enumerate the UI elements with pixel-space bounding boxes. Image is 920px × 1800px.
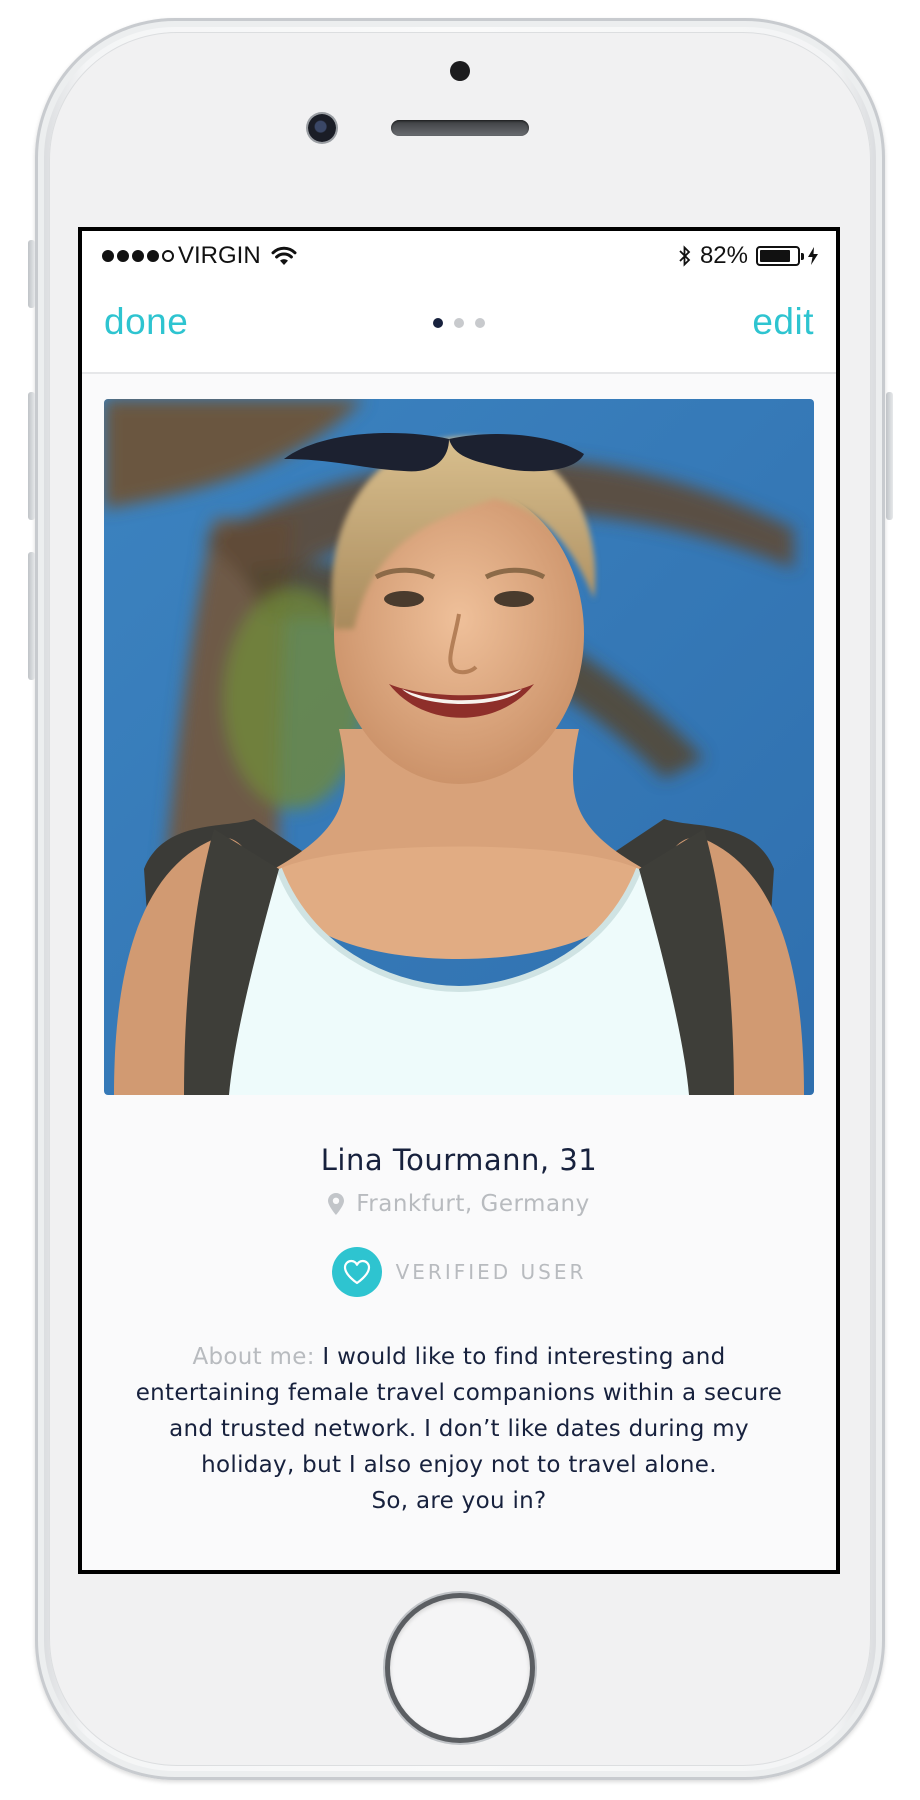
location-pin-icon (328, 1193, 345, 1215)
about-line: and trusted network. I don’t like dates … (169, 1416, 749, 1442)
profile-location: Frankfurt, Germany (82, 1191, 836, 1217)
bluetooth-icon (679, 245, 691, 267)
wifi-icon (271, 246, 297, 265)
about-me: About me: I would like to find interesti… (130, 1339, 788, 1519)
app-screen: VIRGIN 82% done edit Lina Tourmann, 31 F… (82, 231, 836, 1570)
location-text: Frankfurt, Germany (356, 1191, 590, 1217)
signal-strength-icon (102, 250, 174, 262)
front-camera (308, 114, 336, 142)
signal-dot (102, 250, 114, 262)
volume-up-button (28, 392, 35, 520)
battery-nub (801, 253, 804, 260)
status-bar: VIRGIN 82% (82, 231, 836, 279)
edit-button[interactable]: edit (752, 301, 814, 343)
battery-icon (756, 246, 804, 266)
heart-icon (331, 1247, 382, 1297)
about-text: I would like to find interesting and (322, 1344, 726, 1370)
page-dot-active[interactable] (433, 318, 443, 328)
about-line: So, are you in? (371, 1488, 547, 1514)
signal-dot (132, 250, 144, 262)
profile-photo-image (104, 399, 814, 1095)
battery-percent: 82% (699, 242, 748, 269)
signal-dot (117, 250, 129, 262)
earpiece-speaker (391, 120, 529, 136)
home-button[interactable] (390, 1598, 530, 1738)
signal-dot-empty (162, 250, 174, 262)
screen-bezel: VIRGIN 82% done edit Lina Tourmann, 31 F… (78, 227, 840, 1574)
verified-label: VERIFIED USER (395, 1260, 587, 1284)
battery-level (760, 250, 790, 262)
charging-bolt-icon (808, 247, 818, 265)
proximity-sensor (450, 61, 470, 81)
profile-photo[interactable] (104, 399, 814, 1095)
status-left: VIRGIN (102, 242, 297, 270)
about-label: About me: (192, 1344, 315, 1370)
signal-dot (147, 250, 159, 262)
page-indicator (433, 318, 485, 328)
page-dot[interactable] (475, 318, 485, 328)
profile-name: Lina Tourmann, 31 (320, 1143, 598, 1177)
status-right: 82% (678, 242, 818, 270)
verified-user-badge: VERIFIED USER (82, 1247, 836, 1297)
nav-bar: done edit (82, 279, 836, 374)
power-button (886, 392, 893, 520)
silent-switch (28, 240, 35, 308)
about-line: holiday, but I also enjoy not to travel … (201, 1452, 717, 1478)
about-line: entertaining female travel companions wi… (135, 1380, 783, 1406)
about-line: About me: I would like to find interesti… (130, 1339, 788, 1375)
done-button[interactable]: done (104, 301, 188, 343)
carrier-name: VIRGIN (178, 242, 261, 269)
volume-down-button (28, 552, 35, 680)
page-dot[interactable] (454, 318, 464, 328)
